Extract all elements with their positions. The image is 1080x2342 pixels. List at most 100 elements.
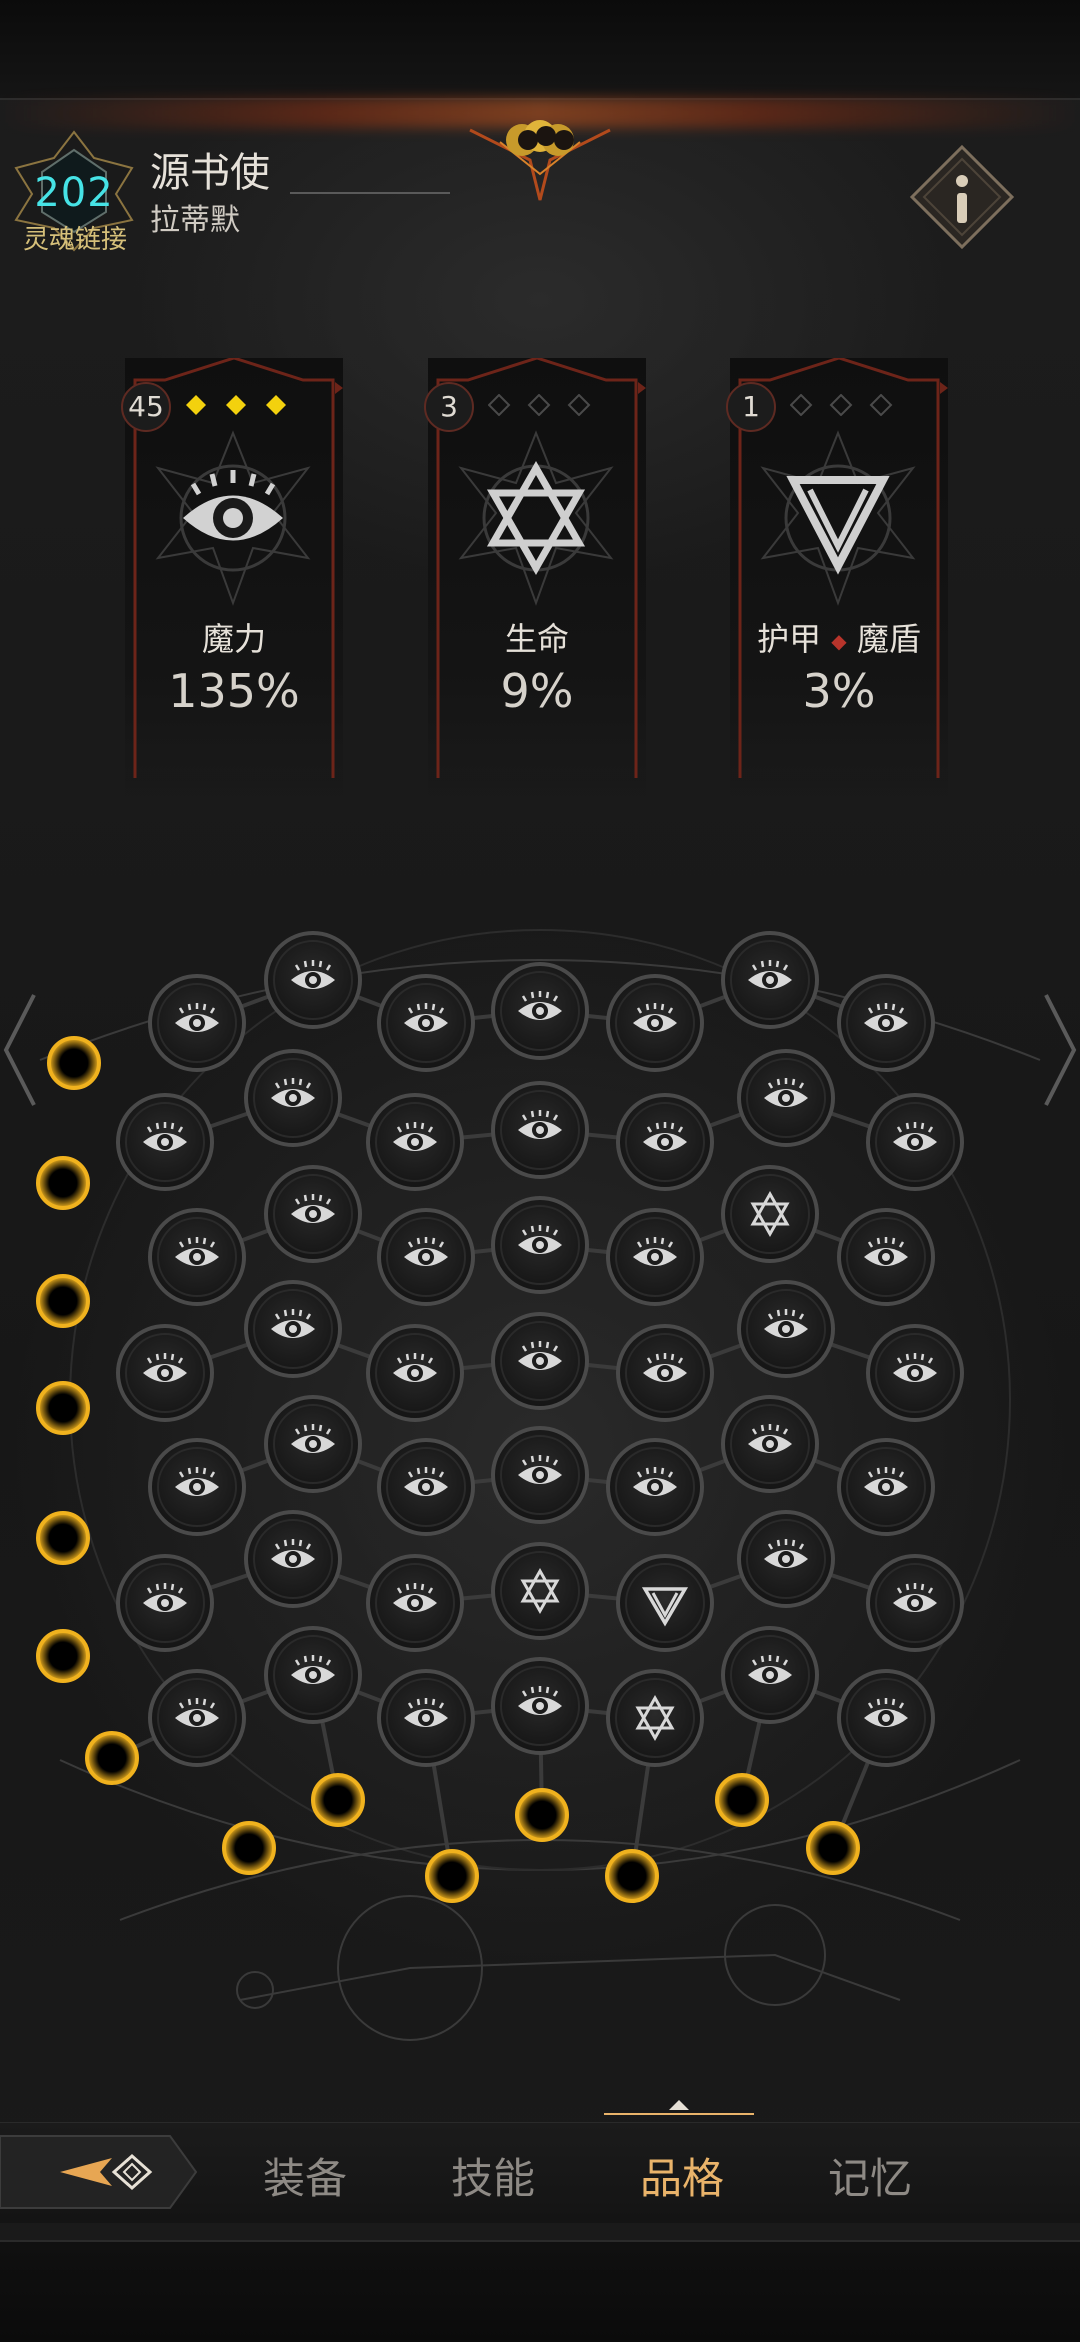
diamond-separator-icon: ◆: [831, 629, 847, 653]
character-class-name: 源书使: [150, 150, 270, 196]
trait-node[interactable]: [264, 1165, 362, 1263]
trait-node[interactable]: [264, 1395, 362, 1493]
trait-node[interactable]: [737, 1280, 835, 1378]
tab-memories[interactable]: 记忆: [800, 2145, 940, 2206]
trait-node[interactable]: [366, 1554, 464, 1652]
trait-node[interactable]: [737, 1049, 835, 1147]
trait-node[interactable]: [377, 1669, 475, 1767]
trait-node[interactable]: [264, 931, 362, 1029]
trait-node[interactable]: [866, 1093, 964, 1191]
bottom-band: [0, 2240, 1080, 2342]
trait-node[interactable]: [148, 974, 246, 1072]
level-number: 202: [34, 170, 114, 216]
card-label-shield: 魔盾: [856, 620, 921, 658]
trait-node[interactable]: [866, 1324, 964, 1422]
trait-node[interactable]: [377, 1438, 475, 1536]
trait-node[interactable]: [721, 1395, 819, 1493]
card-label: 魔力: [201, 620, 266, 658]
trait-node[interactable]: [616, 1554, 714, 1652]
gold-socket[interactable]: [311, 1773, 365, 1827]
trait-node[interactable]: [491, 962, 589, 1060]
gold-socket[interactable]: [806, 1821, 860, 1875]
gold-socket[interactable]: [36, 1511, 90, 1565]
trait-node[interactable]: [366, 1324, 464, 1422]
trait-node[interactable]: [366, 1093, 464, 1191]
tab-equipment[interactable]: 装备: [235, 2145, 375, 2206]
tab-skills[interactable]: 技能: [423, 2145, 563, 2206]
trait-node[interactable]: [606, 1438, 704, 1536]
trait-node[interactable]: [244, 1280, 342, 1378]
trait-node[interactable]: [148, 1208, 246, 1306]
trait-node[interactable]: [721, 1165, 819, 1263]
card-label-dual: 护甲 ◆ 魔盾: [730, 614, 948, 660]
trait-node[interactable]: [837, 974, 935, 1072]
trait-node[interactable]: [491, 1312, 589, 1410]
card-count-badge: 1: [726, 382, 776, 432]
trait-node[interactable]: [491, 1081, 589, 1179]
trait-node[interactable]: [148, 1669, 246, 1767]
crest-icon: [469, 120, 611, 201]
trait-nodes: [116, 931, 964, 1767]
trait-node[interactable]: [491, 1196, 589, 1294]
trait-node[interactable]: [491, 1426, 589, 1524]
hexagram-icon: [458, 430, 614, 606]
trait-node[interactable]: [377, 974, 475, 1072]
active-tab-indicator: [604, 2100, 754, 2115]
trait-node[interactable]: [616, 1093, 714, 1191]
gold-socket[interactable]: [36, 1274, 90, 1328]
trait-grid: [36, 929, 1041, 2041]
trait-node[interactable]: [837, 1669, 935, 1767]
trait-node[interactable]: [866, 1554, 964, 1652]
card-value: 9%: [500, 664, 574, 718]
back-button[interactable]: [0, 2122, 200, 2222]
trait-node[interactable]: [116, 1324, 214, 1422]
trait-node[interactable]: [837, 1208, 935, 1306]
trait-node[interactable]: [491, 1657, 589, 1755]
tab-traits[interactable]: 品格: [612, 2145, 752, 2206]
gold-socket[interactable]: [47, 1036, 101, 1090]
gold-socket[interactable]: [715, 1773, 769, 1827]
trait-node[interactable]: [721, 1626, 819, 1724]
top-band: [0, 0, 1080, 100]
gem-indicators: [488, 394, 591, 416]
gold-socket[interactable]: [425, 1849, 479, 1903]
card-count-badge: 45: [121, 382, 171, 432]
gold-socket[interactable]: [36, 1381, 90, 1435]
gem-indicators: [186, 395, 286, 415]
trait-node[interactable]: [264, 1626, 362, 1724]
trait-node[interactable]: [244, 1049, 342, 1147]
gold-socket[interactable]: [605, 1849, 659, 1903]
level-caption: 灵魂链接: [22, 225, 127, 255]
attribute-card-mana[interactable]: 45 魔力 135%: [121, 358, 343, 798]
trait-node[interactable]: [616, 1324, 714, 1422]
gold-socket[interactable]: [85, 1731, 139, 1785]
trait-node[interactable]: [377, 1208, 475, 1306]
card-label: 生命: [504, 620, 569, 658]
name-divider: [290, 192, 450, 194]
trait-node[interactable]: [606, 1669, 704, 1767]
attribute-card-armor-shield[interactable]: 1 护甲 ◆ 魔盾 3%: [726, 358, 948, 798]
trait-node[interactable]: [491, 1542, 589, 1640]
trait-node[interactable]: [837, 1438, 935, 1536]
gem-indicators: [790, 394, 893, 416]
attribute-card-life[interactable]: 3 生命 9%: [424, 358, 646, 798]
trait-node[interactable]: [148, 1438, 246, 1536]
trait-node[interactable]: [606, 974, 704, 1072]
trait-node[interactable]: [737, 1510, 835, 1608]
info-button[interactable]: [908, 143, 1016, 251]
trait-node[interactable]: [244, 1510, 342, 1608]
trait-node[interactable]: [606, 1208, 704, 1306]
gold-socket[interactable]: [515, 1788, 569, 1842]
gold-socket[interactable]: [222, 1821, 276, 1875]
gold-socket[interactable]: [36, 1629, 90, 1683]
character-name: 拉蒂默: [150, 203, 240, 238]
trait-node[interactable]: [116, 1093, 214, 1191]
gold-socket[interactable]: [36, 1156, 90, 1210]
trait-node[interactable]: [116, 1554, 214, 1652]
card-label-armor: 护甲: [757, 620, 822, 658]
triangle-rune-icon: [760, 430, 916, 606]
card-value: 3%: [802, 664, 876, 718]
card-value: 135%: [168, 664, 300, 718]
eye-icon: [155, 430, 311, 606]
trait-node[interactable]: [721, 931, 819, 1029]
